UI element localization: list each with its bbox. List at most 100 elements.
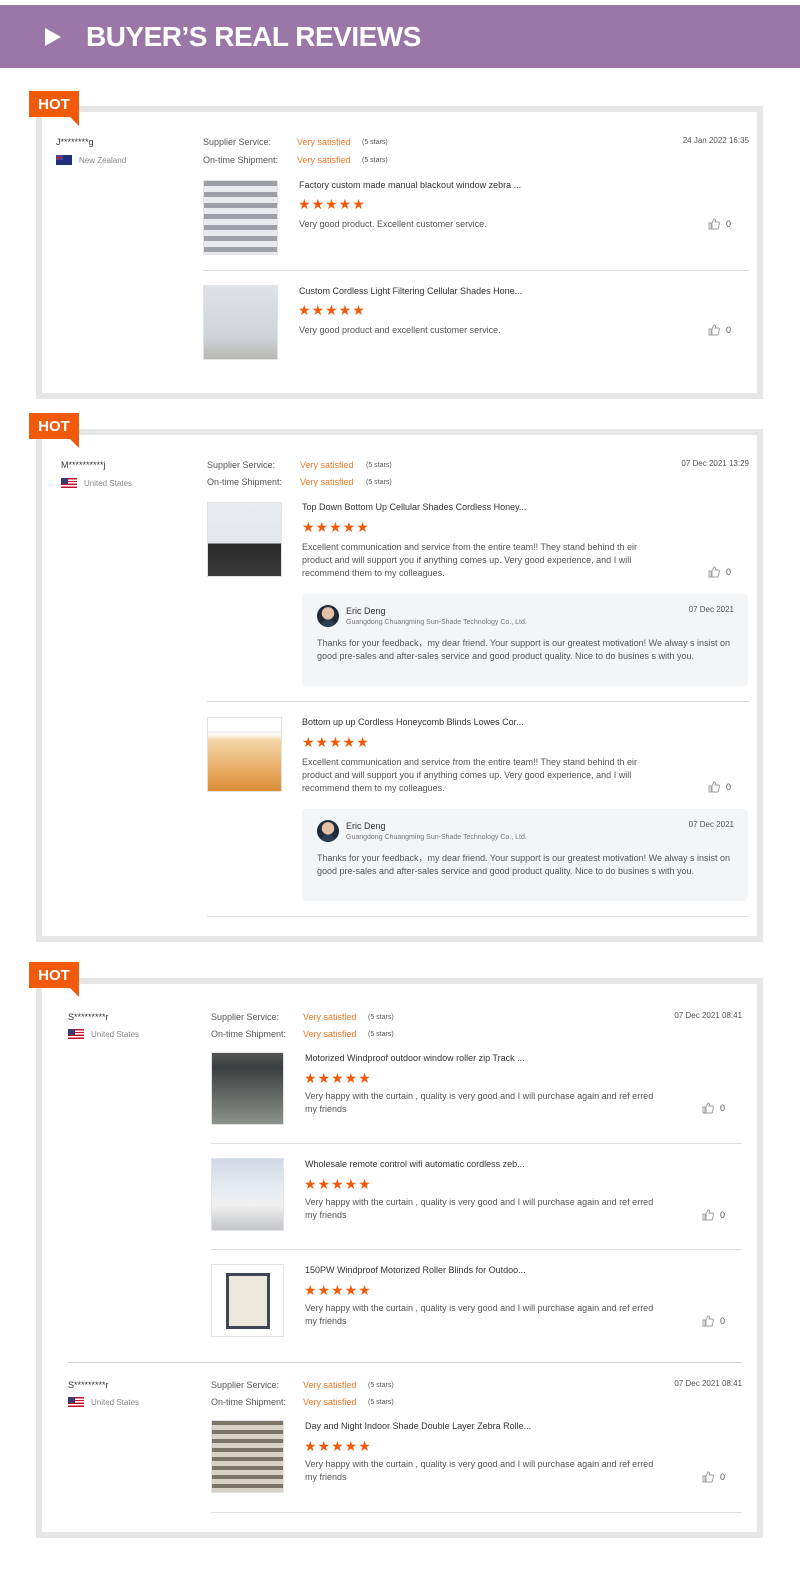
supplier-service-label: Supplier Service: <box>207 460 276 470</box>
thumbs-up-icon <box>702 1471 714 1483</box>
supplier-service-value: Very satisfied <box>303 1380 357 1390</box>
us-flag-icon <box>68 1397 84 1407</box>
us-flag-icon <box>68 1029 84 1039</box>
thumbs-up-icon <box>702 1315 714 1327</box>
reviewer-country: United States <box>68 1397 139 1407</box>
like-count: 0 <box>720 1316 726 1326</box>
rating-stars: ★★★★★ <box>304 1176 372 1192</box>
hot-badge: HOT <box>29 962 79 997</box>
ontime-shipment-label: On-time Shipment: <box>211 1397 287 1407</box>
product-thumbnail[interactable] <box>203 285 278 360</box>
ontime-shipment-value: Very satisfied <box>297 155 351 165</box>
hot-badge: HOT <box>29 413 79 448</box>
product-title[interactable]: Top Down Bottom Up Cellular Shades Cordl… <box>302 502 526 512</box>
item-divider <box>207 916 749 917</box>
like-count: 0 <box>726 782 732 792</box>
reply-date: 07 Dec 2021 <box>688 820 734 829</box>
like-button[interactable]: 0 <box>702 1315 725 1327</box>
review-text: Very happy with the curtain , quality is… <box>305 1303 654 1326</box>
product-thumbnail[interactable] <box>211 1420 284 1493</box>
ontime-shipment-label: On-time Shipment: <box>207 477 283 487</box>
hot-badge: HOT <box>29 91 79 126</box>
review-date: 07 Dec 2021 08:41 <box>674 1379 742 1388</box>
product-title[interactable]: Wholesale remote control wifi automatic … <box>305 1159 525 1169</box>
like-button[interactable]: 0 <box>708 218 731 230</box>
like-count: 0 <box>720 1210 726 1220</box>
product-thumbnail[interactable] <box>207 502 282 577</box>
review-text: Very good product. Excellent customer se… <box>299 219 487 229</box>
rating-stars: ★★★★★ <box>304 1282 372 1298</box>
rating-stars: ★★★★★ <box>302 519 370 535</box>
rating-stars: ★★★★★ <box>302 734 370 750</box>
supplier-service-stars: (5 stars) <box>368 1382 394 1389</box>
like-button[interactable]: 0 <box>702 1209 725 1221</box>
product-title[interactable]: Motorized Windproof outdoor window rolle… <box>305 1053 525 1063</box>
reply-company: Guangdong Chuangming Sun-Shade Technolog… <box>346 619 527 626</box>
item-divider <box>203 270 749 271</box>
review-date: 24 Jan 2022 16:35 <box>682 136 749 145</box>
product-thumbnail[interactable] <box>211 1264 284 1337</box>
ontime-shipment-value: Very satisfied <box>303 1397 357 1407</box>
item-divider <box>211 1512 742 1513</box>
reply-company: Guangdong Chuangming Sun-Shade Technolog… <box>346 834 527 841</box>
ontime-shipment-stars: (5 stars) <box>366 479 392 486</box>
us-flag-icon <box>61 478 77 488</box>
like-button[interactable]: 0 <box>708 566 731 578</box>
review-text: Very happy with the curtain , quality is… <box>305 1091 654 1114</box>
supplier-service-value: Very satisfied <box>303 1012 357 1022</box>
product-thumbnail[interactable] <box>203 180 278 255</box>
supplier-service-value: Very satisfied <box>297 137 351 147</box>
reviewer-name: S*********r <box>68 1012 109 1022</box>
rating-stars: ★★★★★ <box>304 1070 372 1086</box>
thumbs-up-icon <box>708 324 720 336</box>
country-label: United States <box>91 1397 140 1407</box>
product-title[interactable]: 150PW Windproof Motorized Roller Blinds … <box>305 1265 526 1275</box>
product-thumbnail[interactable] <box>211 1052 284 1125</box>
supplier-service-stars: (5 stars) <box>366 462 392 469</box>
avatar <box>317 820 339 842</box>
reviewer-country: United States <box>68 1029 139 1039</box>
ontime-shipment-stars: (5 stars) <box>368 1031 394 1038</box>
product-title[interactable]: Day and Night Indoor Shade Double Layer … <box>305 1421 531 1431</box>
ontime-shipment-value: Very satisfied <box>300 477 354 487</box>
like-count: 0 <box>720 1103 726 1113</box>
ontime-shipment-stars: (5 stars) <box>368 1399 394 1406</box>
reviewer-name: M**********j <box>61 460 106 470</box>
like-button[interactable]: 0 <box>708 781 731 793</box>
like-button[interactable]: 0 <box>708 324 731 336</box>
ontime-shipment-stars: (5 stars) <box>362 157 388 164</box>
reply-text: Thanks for your feedback，my dear friend.… <box>317 853 731 876</box>
review-text: Very good product and excellent customer… <box>299 325 501 335</box>
rating-stars: ★★★★★ <box>304 1438 372 1454</box>
play-triangle-icon <box>45 27 61 46</box>
like-count: 0 <box>726 219 732 229</box>
product-title[interactable]: Factory custom made manual blackout wind… <box>299 180 521 190</box>
item-divider <box>211 1143 742 1144</box>
supplier-service-stars: (5 stars) <box>368 1014 394 1021</box>
item-divider <box>207 701 749 702</box>
product-title[interactable]: Custom Cordless Light Filtering Cellular… <box>299 286 522 296</box>
reviewer-country: United States <box>61 478 132 488</box>
ontime-shipment-label: On-time Shipment: <box>211 1029 287 1039</box>
like-button[interactable]: 0 <box>702 1102 725 1114</box>
rating-stars: ★★★★★ <box>298 196 366 212</box>
reply-author: Eric Deng <box>346 821 386 831</box>
like-count: 0 <box>726 567 732 577</box>
like-button[interactable]: 0 <box>702 1471 725 1483</box>
review-divider <box>68 1362 742 1363</box>
thumbs-up-icon <box>702 1209 714 1221</box>
ontime-shipment-value: Very satisfied <box>303 1029 357 1039</box>
product-thumbnail[interactable] <box>207 717 282 792</box>
supplier-service-stars: (5 stars) <box>362 139 388 146</box>
new-zealand-flag-icon <box>56 155 72 165</box>
thumbs-up-icon <box>702 1102 714 1114</box>
thumbs-up-icon <box>708 218 720 230</box>
thumbs-up-icon <box>708 781 720 793</box>
product-thumbnail[interactable] <box>211 1158 284 1231</box>
product-title[interactable]: Bottom up up Cordless Honeycomb Blinds L… <box>302 717 524 727</box>
reviewer-name: S*********r <box>68 1380 109 1390</box>
country-label: United States <box>84 478 133 488</box>
supplier-service-label: Supplier Service: <box>203 137 272 147</box>
reviewer-country: New Zealand <box>56 155 126 165</box>
review-text: Excellent communication and service from… <box>302 542 638 578</box>
